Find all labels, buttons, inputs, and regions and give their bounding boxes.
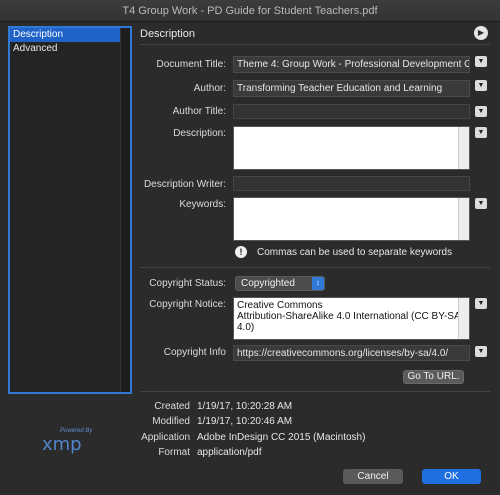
keywords-hint: Commas can be used to separate keywords bbox=[257, 247, 453, 258]
xmp-logo: Powered By xmp bbox=[40, 428, 110, 458]
keywords-field[interactable] bbox=[233, 197, 470, 241]
copyright-info-label: Copyright Info bbox=[163, 347, 226, 358]
window-title: T4 Group Work - PD Guide for Student Tea… bbox=[0, 0, 500, 22]
document-title-label: Document Title: bbox=[156, 59, 226, 70]
format-value: application/pdf bbox=[197, 447, 262, 458]
author-field[interactable]: Transforming Teacher Education and Learn… bbox=[233, 80, 470, 97]
copyright-notice-field[interactable]: Creative Commons Attribution-ShareAlike … bbox=[233, 297, 470, 340]
description-label: Description: bbox=[173, 128, 226, 139]
application-label: Application bbox=[141, 432, 190, 443]
chevron-down-icon[interactable]: ▼ bbox=[475, 298, 487, 309]
sidebar-item-description[interactable]: Description bbox=[10, 28, 130, 42]
keywords-label: Keywords: bbox=[179, 199, 226, 210]
copyright-notice-line2: Attribution-ShareAlike 4.0 International… bbox=[237, 311, 461, 333]
description-writer-label: Description Writer: bbox=[143, 179, 226, 190]
description-scrollbar[interactable] bbox=[458, 127, 469, 169]
play-icon[interactable]: ▶ bbox=[474, 26, 488, 40]
modified-value: 1/19/17, 10:20:46 AM bbox=[197, 416, 293, 427]
copyright-notice-scrollbar[interactable] bbox=[458, 298, 469, 339]
cancel-button[interactable]: Cancel bbox=[343, 469, 403, 484]
author-title-label: Author Title: bbox=[172, 106, 226, 117]
description-field[interactable] bbox=[233, 126, 470, 170]
chevron-down-icon[interactable]: ▼ bbox=[475, 56, 487, 67]
sidebar: Description Advanced bbox=[8, 26, 132, 394]
go-to-url-button[interactable]: Go To URL. bbox=[403, 370, 464, 384]
chevron-updown-icon: ↕ bbox=[312, 277, 324, 290]
copyright-info-field[interactable]: https://creativecommons.org/licenses/by-… bbox=[233, 345, 470, 361]
chevron-down-icon[interactable]: ▼ bbox=[475, 198, 487, 209]
xmp-wordmark: xmp bbox=[42, 434, 82, 455]
copyright-status-value: Copyrighted bbox=[241, 278, 295, 289]
divider bbox=[140, 391, 490, 392]
divider bbox=[140, 44, 490, 45]
author-label: Author: bbox=[193, 83, 226, 94]
copyright-status-select[interactable]: Copyrighted ↕ bbox=[235, 276, 325, 291]
section-title: Description bbox=[140, 28, 196, 40]
created-value: 1/19/17, 10:20:28 AM bbox=[197, 401, 293, 412]
copyright-notice-label: Copyright Notice: bbox=[149, 299, 226, 310]
chevron-down-icon[interactable]: ▼ bbox=[475, 346, 487, 357]
ok-button[interactable]: OK bbox=[422, 469, 481, 484]
chevron-down-icon[interactable]: ▼ bbox=[475, 106, 487, 117]
description-writer-field[interactable] bbox=[233, 176, 470, 191]
chevron-down-icon[interactable]: ▼ bbox=[475, 80, 487, 91]
sidebar-scrollbar[interactable] bbox=[120, 28, 130, 392]
copyright-status-label: Copyright Status: bbox=[149, 278, 226, 289]
application-value: Adobe InDesign CC 2015 (Macintosh) bbox=[197, 432, 366, 443]
modified-label: Modified bbox=[152, 416, 190, 427]
sidebar-item-advanced[interactable]: Advanced bbox=[10, 42, 130, 56]
author-title-field[interactable] bbox=[233, 104, 470, 119]
created-label: Created bbox=[154, 401, 190, 412]
divider bbox=[140, 267, 490, 268]
copyright-notice-line1: Creative Commons bbox=[237, 300, 323, 311]
chevron-down-icon[interactable]: ▼ bbox=[475, 127, 487, 138]
info-icon: ! bbox=[235, 246, 247, 258]
document-title-field[interactable]: Theme 4: Group Work - Professional Devel… bbox=[233, 56, 470, 73]
format-label: Format bbox=[158, 447, 190, 458]
keywords-scrollbar[interactable] bbox=[458, 198, 469, 240]
